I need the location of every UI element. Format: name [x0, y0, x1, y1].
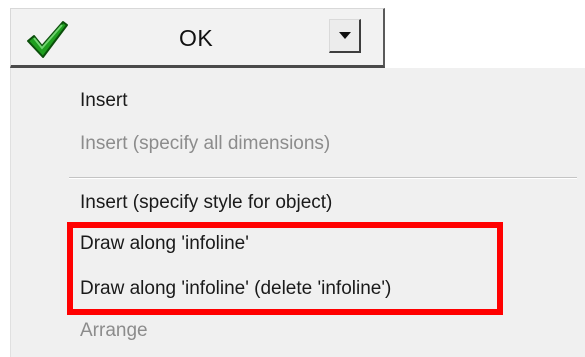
ok-button-label: OK: [179, 25, 214, 51]
menu-item-arrange: Arrange: [80, 320, 148, 341]
ok-dropdown-toggle[interactable]: [329, 19, 361, 53]
menu-item-insert-specify-all-dimensions: Insert (specify all dimensions): [80, 133, 331, 154]
menu-separator: [69, 177, 577, 179]
ui-root: OK Insert Insert (specify all dimensions…: [0, 0, 585, 357]
highlight-annotation-box: [67, 222, 503, 315]
check-icon: [27, 21, 68, 58]
menu-item-insert[interactable]: Insert: [80, 89, 128, 113]
insert-options-menu: Insert Insert (specify all dimensions) I…: [10, 68, 585, 357]
ok-button[interactable]: OK: [10, 8, 385, 68]
chevron-down-icon: [339, 32, 351, 39]
menu-item-insert-specify-style[interactable]: Insert (specify style for object): [80, 191, 332, 215]
